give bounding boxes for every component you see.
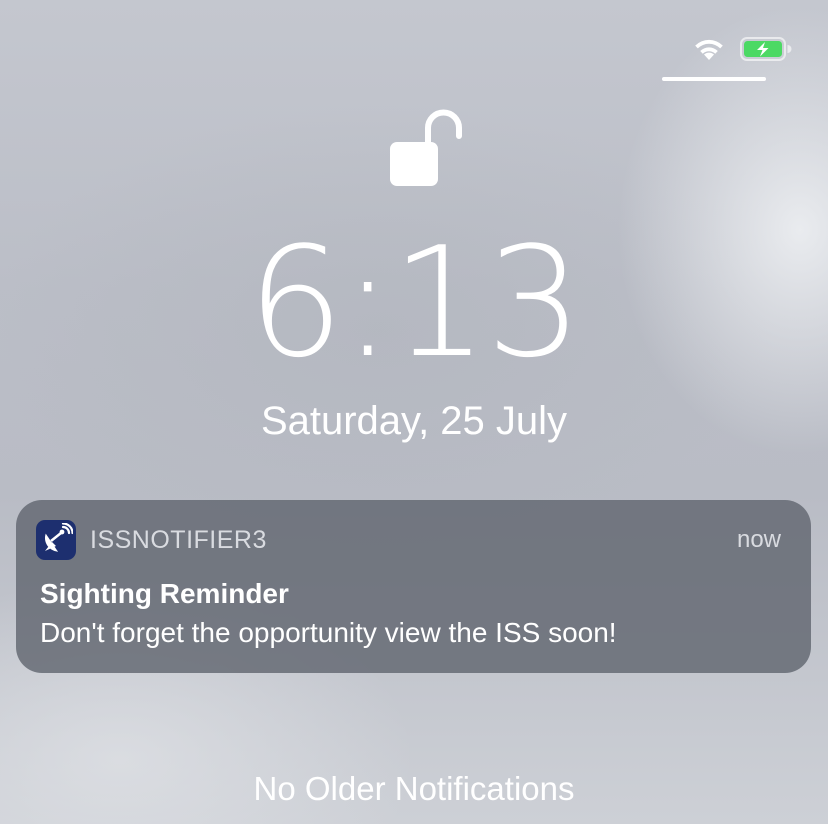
notification-header: ISSNOTIFIER3 now <box>36 520 781 560</box>
lock-screen-date: Saturday, 25 July <box>260 399 568 443</box>
unlocked-padlock-icon <box>388 106 464 188</box>
notification-time: now <box>736 526 781 553</box>
notification-app-name: ISSNOTIFIER3 <box>90 525 267 554</box>
no-older-notifications-label: No Older Notifications <box>253 770 575 807</box>
lock-screen-time: 6:13 <box>247 214 582 391</box>
notification-card[interactable]: ISSNOTIFIER3 now Sighting Reminder Don't… <box>16 500 811 673</box>
notification-body: Don't forget the opportunity view the IS… <box>40 617 617 648</box>
battery-charging-icon <box>740 36 792 62</box>
status-bar <box>692 36 792 62</box>
satellite-dish-icon <box>36 520 76 560</box>
top-indicator-bar <box>662 77 766 81</box>
wifi-icon <box>692 36 726 62</box>
notification-title: Sighting Reminder <box>40 578 289 609</box>
